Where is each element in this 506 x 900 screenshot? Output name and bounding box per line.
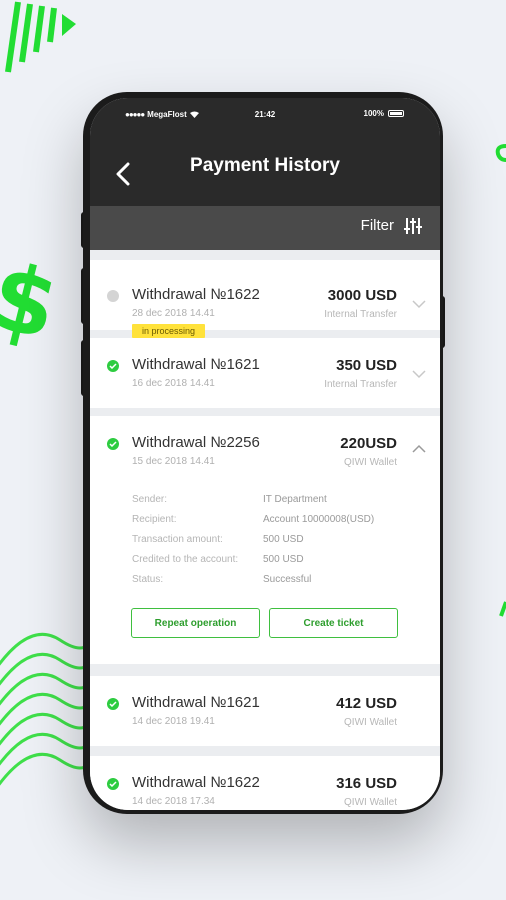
stripes-decoration [5, 1, 76, 73]
status-bar: ●●●●● MegaFlost 21:42 100% [90, 98, 440, 128]
transaction-amount: 412 USD [336, 695, 397, 712]
transaction-date: 14 dec 2018 19.41 [132, 716, 215, 727]
detail-row: Recipient: Account 10000008(USD) [132, 514, 412, 534]
detail-row: Sender: IT Department [132, 494, 412, 514]
detail-row: Credited to the account: 500 USD [132, 554, 412, 574]
transaction-method: Internal Transfer [324, 309, 397, 320]
detail-value: 500 USD [263, 534, 304, 545]
chevron-up-icon[interactable] [412, 444, 426, 453]
transaction-method: QIWI Wallet [344, 797, 397, 808]
detail-value: Account 10000008(USD) [263, 514, 375, 525]
transaction-title: Withdrawal №1621 [132, 694, 260, 711]
detail-key: Recipient: [132, 514, 177, 525]
transaction-date: 15 dec 2018 14.41 [132, 456, 215, 467]
battery-percent: 100% [363, 109, 384, 118]
transaction-amount: 220USD [340, 435, 397, 452]
detail-value: Successful [263, 574, 312, 585]
detail-row: Status: Successful [132, 574, 412, 594]
transaction-method: Internal Transfer [324, 379, 397, 390]
transaction-card[interactable]: Withdrawal №1622 28 dec 2018 14.41 in pr… [90, 260, 440, 338]
checkmark-icon [109, 781, 117, 787]
create-ticket-button[interactable]: Create ticket [269, 608, 398, 638]
transaction-title: Withdrawal №1621 [132, 356, 260, 373]
transaction-card-expanded[interactable]: Withdrawal №2256 15 dec 2018 14.41 220US… [90, 416, 440, 664]
status-badge: in processing [132, 324, 206, 338]
navigation-bar: Payment History [90, 128, 440, 206]
transaction-amount: 3000 USD [327, 287, 397, 304]
wave-decoration [0, 629, 95, 786]
detail-value: IT Department [263, 494, 327, 505]
transaction-method: QIWI Wallet [344, 457, 397, 468]
detail-key: Sender: [132, 494, 168, 505]
detail-key: Status: [132, 574, 164, 585]
green-mark-decoration [499, 601, 506, 617]
chevron-down-icon[interactable] [412, 370, 426, 379]
transaction-date: 28 dec 2018 14.41 [132, 308, 215, 319]
chevron-down-icon[interactable] [412, 300, 426, 309]
checkmark-icon [109, 363, 117, 369]
detail-key: Transaction amount: [132, 534, 223, 545]
pending-status-icon [107, 290, 119, 302]
transaction-amount: 350 USD [336, 357, 397, 374]
transaction-title: Withdrawal №1622 [132, 774, 260, 791]
transaction-date: 14 dec 2018 17.34 [132, 796, 215, 807]
checkmark-icon [109, 701, 117, 707]
battery-icon [388, 110, 404, 117]
filter-sliders-icon [404, 217, 422, 234]
transaction-card[interactable]: Withdrawal №1621 14 dec 2018 19.41 412 U… [90, 676, 440, 746]
transaction-title: Withdrawal №2256 [132, 434, 260, 451]
dollar-sign-decoration: $ [0, 241, 69, 362]
filter-label: Filter [360, 217, 394, 234]
transaction-title: Withdrawal №1622 [132, 286, 260, 303]
detail-key: Credited to the account: [132, 554, 239, 565]
transaction-amount: 316 USD [336, 775, 397, 792]
filter-bar: Filter [90, 206, 440, 250]
page-title: Payment History [190, 155, 340, 176]
transaction-card[interactable]: Withdrawal №1621 16 dec 2018 14.41 350 U… [90, 338, 440, 408]
transaction-details: Sender: IT Department Recipient: Account 1… [132, 494, 412, 594]
dollar-fragment-decoration [495, 144, 506, 162]
transaction-method: QIWI Wallet [344, 717, 397, 728]
checkmark-icon [109, 441, 117, 447]
transaction-date: 16 dec 2018 14.41 [132, 378, 215, 389]
detail-row: Transaction amount: 500 USD [132, 534, 412, 554]
detail-value: 500 USD [263, 554, 304, 565]
filter-button[interactable]: Filter [361, 217, 422, 234]
transaction-card[interactable]: Withdrawal №1622 14 dec 2018 17.34 316 U… [90, 756, 440, 810]
repeat-operation-button[interactable]: Repeat operation [131, 608, 260, 638]
app-screen: ●●●●● MegaFlost 21:42 100% Payment Histo… [90, 98, 440, 810]
